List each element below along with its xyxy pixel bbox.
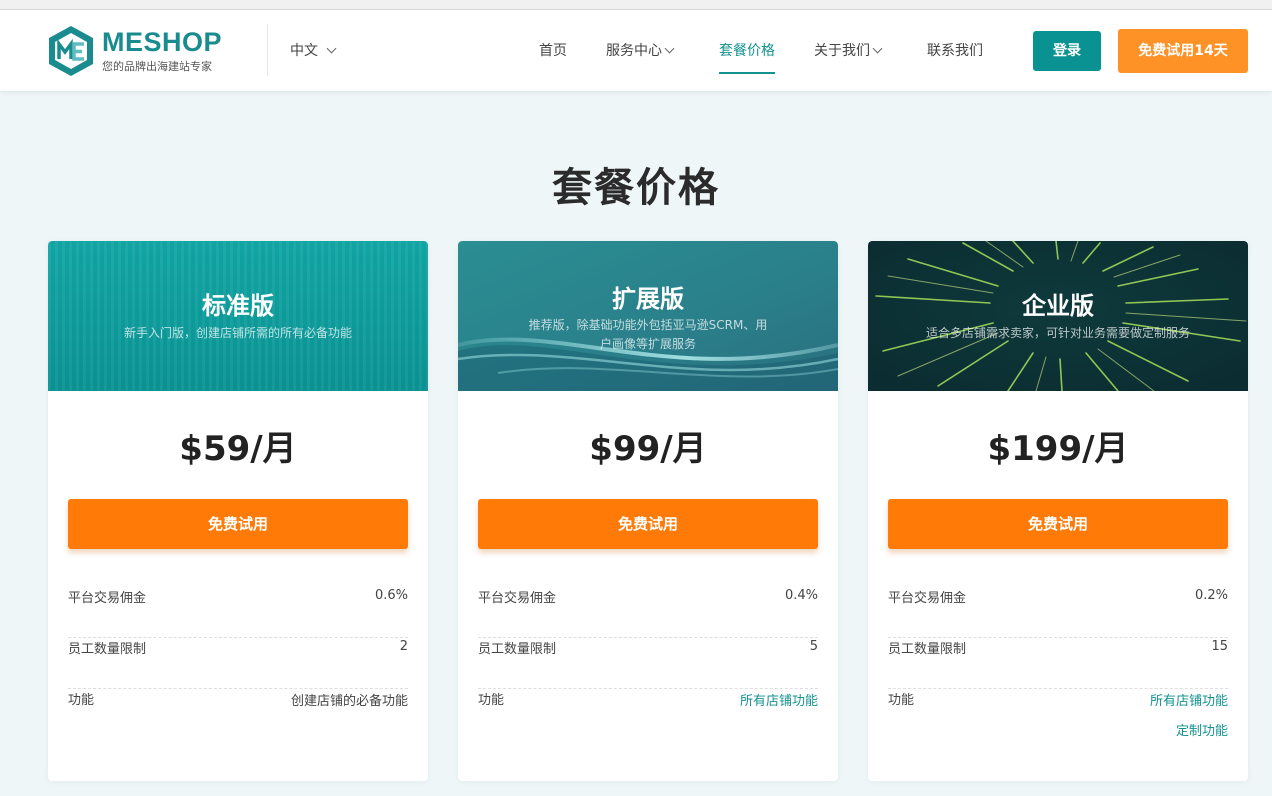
nav-about-us-label: 关于我们 xyxy=(814,43,870,59)
custom-features-link[interactable]: 定制功能 xyxy=(1176,720,1228,739)
brand-name: MESHOP xyxy=(102,27,223,57)
feature-label: 功能 xyxy=(478,693,505,708)
meshop-logo-icon xyxy=(49,26,93,76)
feature-label: 平台交易佣金 xyxy=(888,591,967,606)
nav-service-center[interactable]: 服务中心 xyxy=(606,40,675,60)
chevron-down-icon xyxy=(664,43,675,53)
all-store-features-link[interactable]: 所有店铺功能 xyxy=(740,690,818,709)
feature-row-staff-limit: 员工数量限制 5 xyxy=(478,638,818,689)
feature-label: 功能 xyxy=(888,693,915,708)
feature-label: 员工数量限制 xyxy=(68,642,147,657)
nav-active-underline xyxy=(719,72,775,74)
feature-row-staff-limit: 员工数量限制 2 xyxy=(68,638,408,689)
brand-logo[interactable]: MESHOP 您的品牌出海建站专家 xyxy=(47,25,227,77)
brand-slogan: 您的品牌出海建站专家 xyxy=(102,60,212,73)
feature-row-staff-limit: 员工数量限制 15 xyxy=(888,638,1228,689)
plan-card-standard: 标准版 新手入门版，创建店铺所需的所有必备功能 $59/月 免费试用 平台交易佣… xyxy=(48,241,428,781)
plan-description: 新手入门版，创建店铺所需的所有必备功能 xyxy=(123,326,352,340)
page-title: 套餐价格 xyxy=(552,165,720,211)
free-trial-button[interactable]: 免费试用 xyxy=(888,499,1228,549)
plan-price: $59/月 xyxy=(179,429,297,469)
plan-header-standard: 标准版 新手入门版，创建店铺所需的所有必备功能 xyxy=(48,241,428,391)
feature-label: 功能 xyxy=(68,693,95,708)
feature-row-commission: 平台交易佣金 0.4% xyxy=(478,587,818,638)
feature-row-features: 功能 所有店铺功能 定制功能 xyxy=(888,689,1228,749)
chevron-down-icon xyxy=(872,43,883,53)
plan-name: 企业版 xyxy=(1022,292,1094,320)
plan-header-enterprise: 企业版 适合多店铺需求卖家，可针对业务需要做定制服务 xyxy=(868,241,1248,391)
plan-card-enterprise: 企业版 适合多店铺需求卖家，可针对业务需要做定制服务 $199/月 免费试用 平… xyxy=(868,241,1248,781)
feature-value: 2 xyxy=(399,639,408,654)
free-trial-14-days-button[interactable]: 免费试用14天 xyxy=(1118,29,1248,73)
nav-contact-us[interactable]: 联系我们 xyxy=(927,40,983,60)
feature-value: 创建店铺的必备功能 xyxy=(290,694,408,709)
feature-label: 平台交易佣金 xyxy=(478,591,557,606)
nav-pricing[interactable]: 套餐价格 xyxy=(719,40,775,60)
header-divider xyxy=(267,24,268,76)
plan-price: $199/月 xyxy=(987,429,1129,469)
nav-service-center-label: 服务中心 xyxy=(606,43,662,59)
nav-home-label: 首页 xyxy=(539,43,567,59)
feature-value: 15 xyxy=(1211,639,1228,654)
all-store-features-link[interactable]: 所有店铺功能 xyxy=(1150,690,1228,709)
site-header: MESHOP 您的品牌出海建站专家 中文 首页 服务中心 套餐价格 关于我们 联… xyxy=(0,10,1272,91)
plan-header-extended: 扩展版 推荐版，除基础功能外包括亚马逊SCRM、用户画像等扩展服务 xyxy=(458,241,838,391)
nav-contact-us-label: 联系我们 xyxy=(927,43,983,59)
feature-value: 5 xyxy=(809,639,818,654)
feature-value: 0.2% xyxy=(1194,588,1228,603)
plan-name: 扩展版 xyxy=(612,285,684,313)
plan-description: 推荐版，除基础功能外包括亚马逊SCRM、用户画像等扩展服务 xyxy=(528,318,768,351)
feature-label: 员工数量限制 xyxy=(478,642,557,657)
feature-row-commission: 平台交易佣金 0.6% xyxy=(68,587,408,638)
feature-row-features: 功能 创建店铺的必备功能 xyxy=(68,689,408,740)
nav-pricing-label: 套餐价格 xyxy=(719,43,775,59)
plan-card-extended: 扩展版 推荐版，除基础功能外包括亚马逊SCRM、用户画像等扩展服务 $99/月 … xyxy=(458,241,838,781)
feature-value: 0.6% xyxy=(374,588,408,603)
login-button[interactable]: 登录 xyxy=(1033,31,1101,71)
free-trial-button[interactable]: 免费试用 xyxy=(478,499,818,549)
feature-row-features: 功能 所有店铺功能 xyxy=(478,689,818,740)
language-selector[interactable]: 中文 xyxy=(290,40,337,60)
nav-about-us[interactable]: 关于我们 xyxy=(814,40,883,60)
free-trial-button[interactable]: 免费试用 xyxy=(68,499,408,549)
nav-home[interactable]: 首页 xyxy=(539,40,567,60)
plan-description: 适合多店铺需求卖家，可针对业务需要做定制服务 xyxy=(925,326,1190,340)
feature-label: 员工数量限制 xyxy=(888,642,967,657)
feature-row-commission: 平台交易佣金 0.2% xyxy=(888,587,1228,638)
chevron-down-icon xyxy=(326,43,337,53)
plan-price: $99/月 xyxy=(589,429,707,469)
plan-name: 标准版 xyxy=(202,292,274,320)
language-label: 中文 xyxy=(290,43,318,59)
browser-top-strip xyxy=(0,0,1272,10)
feature-value: 0.4% xyxy=(784,588,818,603)
feature-label: 平台交易佣金 xyxy=(68,591,147,606)
